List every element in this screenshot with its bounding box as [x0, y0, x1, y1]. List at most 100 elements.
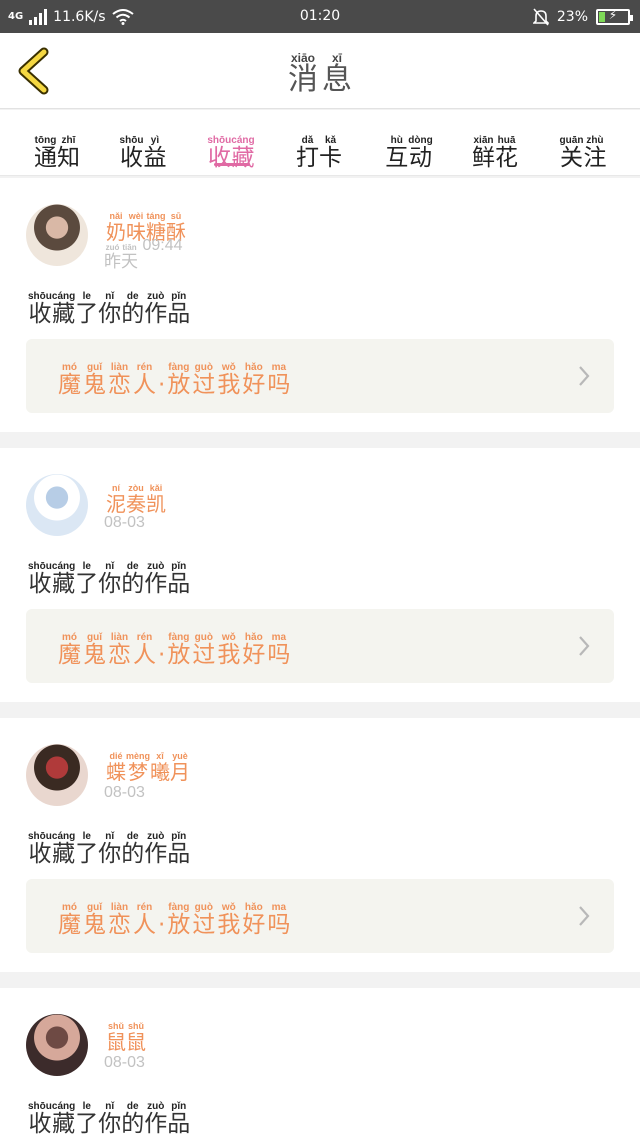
avatar[interactable] [26, 1014, 88, 1076]
tab-label-char: yì 益 [143, 134, 167, 171]
action-char: shōu 收 [28, 561, 52, 597]
action-char: zuò 作 [144, 1101, 168, 1137]
work-char: liàn 恋 [108, 632, 131, 668]
action-char: le 了 [75, 291, 99, 327]
action-char: pǐn 品 [167, 561, 191, 597]
work-char: guǐ 鬼 [83, 902, 106, 938]
tab-follows[interactable]: guān 关 zhù 注 [546, 118, 620, 170]
work-title: mó 魔 guǐ 鬼 liàn 恋 rén 人 · fàng 放 guò 过 wǒ 我 hǎo 好 ma 吗 [58, 355, 292, 397]
work-link[interactable]: mó 魔 guǐ 鬼 liàn 恋 rén 人 · fàng 放 guò 过 wǒ 我 hǎo 好 ma 吗 [26, 339, 614, 413]
work-char: guò 过 [192, 362, 216, 398]
work-title: mó 魔 guǐ 鬼 liàn 恋 rén 人 · fàng 放 guò 过 wǒ 我 hǎo 好 ma 吗 [58, 895, 292, 937]
tab-label-char: kǎ 卡 [319, 134, 342, 171]
work-char: rén 人 [133, 362, 156, 398]
action-char: le 了 [75, 561, 99, 597]
message-card[interactable]: ní 泥 zòu 奏 kǎi 凯 08-03 shōu 收 cáng 藏 le 了 nǐ 你 de 的 zuò… [0, 448, 640, 702]
work-char: · [158, 372, 166, 398]
action-char: cáng 藏 [51, 831, 76, 867]
username-char: kǎi 凯 [146, 483, 166, 516]
tab-interaction[interactable]: hù 互 dòng 动 [372, 118, 446, 170]
work-char: liàn 恋 [108, 362, 131, 398]
action-char: de 的 [121, 1101, 145, 1137]
work-char: · [158, 912, 166, 938]
avatar[interactable] [26, 474, 88, 536]
tab-label-char: xiān 鲜 [472, 134, 495, 171]
message-card[interactable]: dié 蝶 mèng 梦 xī 曦 yuè 月 08-03 shōu 收 cáng 藏 le 了 nǐ 你 d… [0, 718, 640, 972]
tab-label-char: hù 互 [385, 134, 409, 171]
username[interactable]: shǔ 鼠 shǔ 鼠 [106, 1014, 146, 1053]
work-char: fàng 放 [167, 902, 191, 938]
action-char: nǐ 你 [98, 831, 122, 867]
time_ruby-char: zuó 昨 [104, 243, 121, 271]
action-char: nǐ 你 [98, 1101, 122, 1137]
username-char: ní 泥 [106, 483, 126, 516]
tab-earnings[interactable]: shōu 收 yì 益 [106, 118, 180, 170]
message-card[interactable]: nǎi 奶 wèi 味 táng 糖 sū 酥 zuó 昨 tiān 天 09:44 shōu 收 cá… [0, 178, 640, 432]
work-char: hǎo 好 [242, 632, 266, 668]
work-char: guò 过 [192, 632, 216, 668]
title-char: xī 息 [322, 51, 352, 97]
timestamp: 08-03 [104, 784, 145, 801]
work-char: wǒ 我 [217, 632, 241, 668]
work-char: wǒ 我 [217, 902, 241, 938]
work-char: mó 魔 [58, 362, 81, 398]
timestamp: 08-03 [104, 514, 145, 531]
username[interactable]: ní 泥 zòu 奏 kǎi 凯 [106, 476, 166, 515]
work-char: rén 人 [133, 902, 156, 938]
work-link[interactable]: mó 魔 guǐ 鬼 liàn 恋 rén 人 · fàng 放 guò 过 wǒ 我 hǎo 好 ma 吗 [26, 609, 614, 683]
avatar[interactable] [26, 744, 88, 806]
work-char: fàng 放 [167, 362, 191, 398]
action-char: de 的 [121, 561, 145, 597]
action-char: cáng 藏 [51, 1101, 76, 1137]
page-title: xiāo 消 xī 息 [0, 47, 640, 96]
action-text: shōu 收 cáng 藏 le 了 nǐ 你 de 的 zuò 作 pǐn 品 [28, 824, 190, 866]
tab-flowers[interactable]: xiān 鲜 huā 花 [458, 118, 532, 170]
work-char: · [158, 642, 166, 668]
action-char: de 的 [121, 831, 145, 867]
tab-label-char: guān 关 [559, 134, 584, 171]
action-char: de 的 [121, 291, 145, 327]
avatar[interactable] [26, 204, 88, 266]
tab-check-in[interactable]: dǎ 打 kǎ 卡 [282, 118, 356, 170]
chevron-right-icon [579, 906, 590, 926]
work-char: wǒ 我 [217, 362, 241, 398]
chevron-right-icon [579, 366, 590, 386]
battery-icon: ⚡ [596, 8, 633, 25]
work-char: hǎo 好 [242, 362, 266, 398]
username-char: xī 曦 [150, 751, 171, 784]
action-text: shōu 收 cáng 藏 le 了 nǐ 你 de 的 zuò 作 pǐn 品 [28, 284, 190, 326]
work-char: liàn 恋 [108, 902, 131, 938]
action-char: zuò 作 [144, 291, 168, 327]
tab-label-char: tōng 通 [34, 134, 57, 171]
category-tabs: tōng 通 zhī 知 shōu 收 yì 益 shōu 收 cáng 藏 dǎ 打 kǎ 卡 hù 互… [0, 110, 640, 176]
work-link[interactable]: mó 魔 guǐ 鬼 liàn 恋 rén 人 · fàng 放 guò 过 wǒ 我 hǎo 好 ma 吗 [26, 879, 614, 953]
work-char: mó 魔 [58, 632, 81, 668]
work-char: ma 吗 [267, 632, 291, 668]
username-char: shǔ 鼠 [106, 1021, 126, 1054]
work-char: guǐ 鬼 [83, 362, 106, 398]
app-header: xiāo 消 xī 息 [0, 33, 640, 109]
action-char: cáng 藏 [51, 291, 76, 327]
work-char: hǎo 好 [242, 902, 266, 938]
active-tab-indicator [214, 163, 250, 166]
action-char: le 了 [75, 831, 99, 867]
username-char: yuè 月 [170, 751, 191, 784]
action-text: shōu 收 cáng 藏 le 了 nǐ 你 de 的 zuò 作 pǐn 品 [28, 1094, 190, 1136]
action-char: shōu 收 [28, 291, 52, 327]
battery-percent: 23% [556, 8, 588, 25]
tab-label-char: zhù 注 [583, 134, 607, 171]
action-char: nǐ 你 [98, 291, 122, 327]
username-char: dié 蝶 [106, 751, 126, 784]
message-card[interactable]: shǔ 鼠 shǔ 鼠 08-03 shōu 收 cáng 藏 le 了 nǐ 你 de 的 zuò 作 pǐ… [0, 988, 640, 1138]
work-char: ma 吗 [267, 362, 291, 398]
status-bar: 4G 11.6K/s 01:20 23% ⚡ [0, 0, 640, 33]
action-char: shōu 收 [28, 831, 52, 867]
title-char: xiāo 消 [288, 51, 318, 97]
tab-label-char: dǎ 打 [296, 134, 319, 171]
timestamp: zuó 昨 tiān 天 09:44 [104, 237, 183, 271]
action-char: pǐn 品 [167, 291, 191, 327]
action-char: pǐn 品 [167, 831, 191, 867]
chevron-right-icon [579, 636, 590, 656]
tab-notifications[interactable]: tōng 通 zhī 知 [20, 118, 94, 170]
username[interactable]: dié 蝶 mèng 梦 xī 曦 yuè 月 [106, 744, 190, 783]
